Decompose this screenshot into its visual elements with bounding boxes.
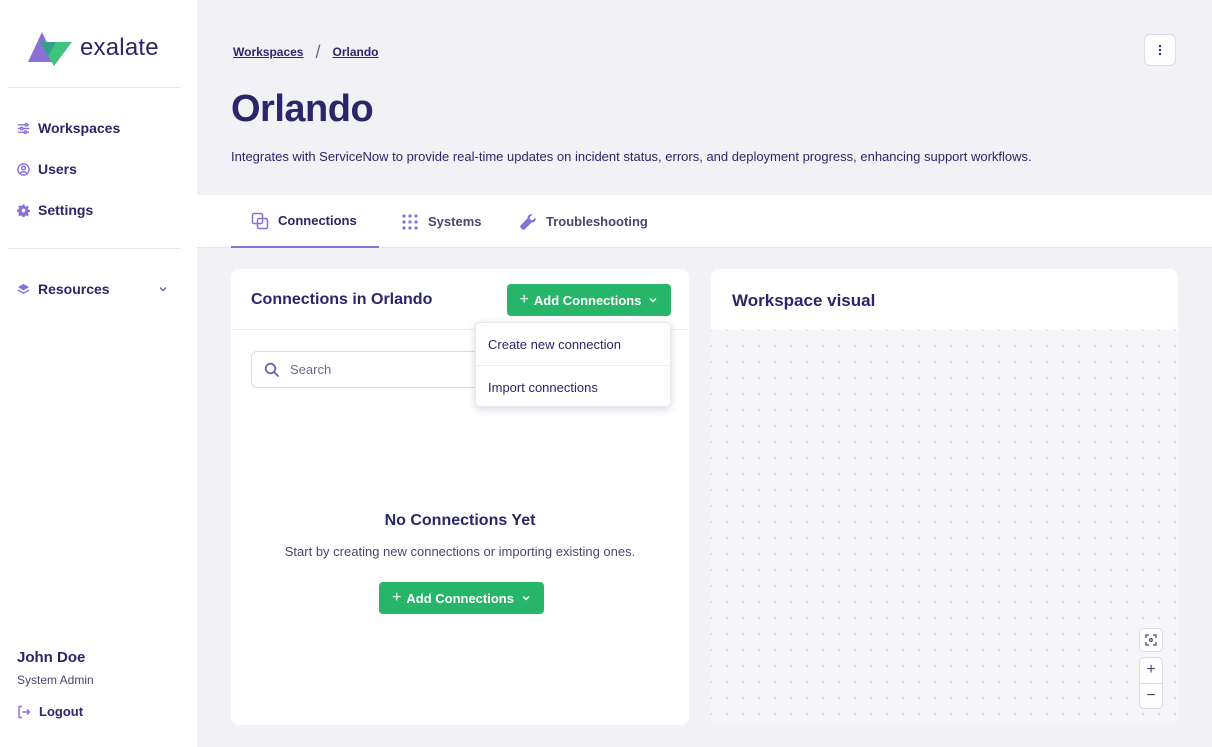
more-options-button[interactable] <box>1144 34 1176 66</box>
empty-state-title: No Connections Yet <box>384 512 536 529</box>
sidebar-item-label: Resources <box>38 281 110 297</box>
search-input[interactable] <box>290 362 470 377</box>
menu-item-import-connections[interactable]: Import connections <box>476 366 670 408</box>
user-name: John Doe <box>17 649 86 666</box>
tab-connections[interactable]: Connections <box>231 195 379 248</box>
tab-label: Troubleshooting <box>546 214 648 229</box>
chevron-down-icon <box>522 595 530 601</box>
sidebar-item-label: Workspaces <box>38 120 121 136</box>
fit-view-button[interactable] <box>1139 628 1163 652</box>
connections-icon <box>251 212 269 229</box>
workspace-canvas[interactable]: + − <box>711 330 1178 725</box>
page-title: Orlando <box>231 88 374 130</box>
chevron-down-icon[interactable] <box>158 284 168 294</box>
sidebar-divider <box>8 87 180 88</box>
sidebar-item-workspaces[interactable]: Workspaces <box>17 120 120 136</box>
wrench-icon <box>520 213 536 230</box>
empty-state-subtitle: Start by creating new connections or imp… <box>284 544 636 559</box>
logout-label: Logout <box>39 704 84 719</box>
exalate-logo-icon <box>28 32 72 66</box>
layers-icon <box>17 283 30 294</box>
sidebar-item-settings[interactable]: Settings <box>17 202 93 218</box>
tab-label: Connections <box>278 213 357 228</box>
workspace-visual-title: Workspace visual <box>732 291 876 310</box>
chevron-down-icon <box>649 297 657 303</box>
breadcrumb-item-orlando[interactable]: Orlando <box>333 45 379 59</box>
logout-icon <box>18 705 31 718</box>
search-box[interactable] <box>251 351 491 388</box>
zoom-in-button[interactable]: + <box>1146 658 1155 683</box>
logo[interactable]: exalate <box>26 30 159 66</box>
add-connections-label: Add Connections <box>406 590 514 606</box>
zoom-controls: + − <box>1139 657 1163 709</box>
breadcrumb: Workspaces / Orlando <box>233 42 379 62</box>
sidebar-divider <box>8 248 180 249</box>
tab-bar: Connections Systems Troubleshooting <box>197 195 1212 248</box>
brand-name: exalate <box>80 34 159 61</box>
gear-icon <box>17 203 30 217</box>
add-connections-label: Add Connections <box>533 292 642 308</box>
grid-dots-icon <box>402 213 418 230</box>
plus-icon: + <box>519 291 529 308</box>
sidebar-item-label: Settings <box>38 202 94 218</box>
empty-add-connections-button[interactable]: + Add Connections <box>379 582 544 614</box>
fit-view-icon <box>1145 634 1157 646</box>
logout-button[interactable]: Logout <box>17 704 83 719</box>
sidebar-item-resources[interactable]: Resources <box>17 281 110 297</box>
menu-item-create-new-connection[interactable]: Create new connection <box>476 323 670 365</box>
user-role: System Admin <box>17 673 94 687</box>
add-connections-button[interactable]: + Add Connections <box>507 284 671 316</box>
page-description: Integrates with ServiceNow to provide re… <box>231 149 1032 164</box>
search-icon <box>264 362 280 377</box>
more-vertical-icon <box>1158 44 1162 56</box>
sidebar-item-users[interactable]: Users <box>17 161 77 177</box>
sidebar: exalate Workspaces Users Settings Resour… <box>0 0 197 747</box>
plus-icon: + <box>392 589 402 606</box>
breadcrumb-item-workspaces[interactable]: Workspaces <box>233 45 303 59</box>
tab-troubleshooting[interactable]: Troubleshooting <box>519 195 648 248</box>
add-connections-dropdown: Create new connection Import connections <box>475 322 671 407</box>
sidebar-item-label: Users <box>38 161 77 177</box>
connections-panel-title: Connections in Orlando <box>251 291 433 308</box>
zoom-out-button[interactable]: − <box>1146 684 1155 709</box>
workspaces-icon <box>17 122 30 134</box>
tab-systems[interactable]: Systems <box>401 195 481 248</box>
user-circle-icon <box>17 162 30 176</box>
workspace-visual-panel: Workspace visual + − <box>711 269 1178 725</box>
tab-label: Systems <box>428 214 482 229</box>
breadcrumb-separator: / <box>315 42 321 62</box>
